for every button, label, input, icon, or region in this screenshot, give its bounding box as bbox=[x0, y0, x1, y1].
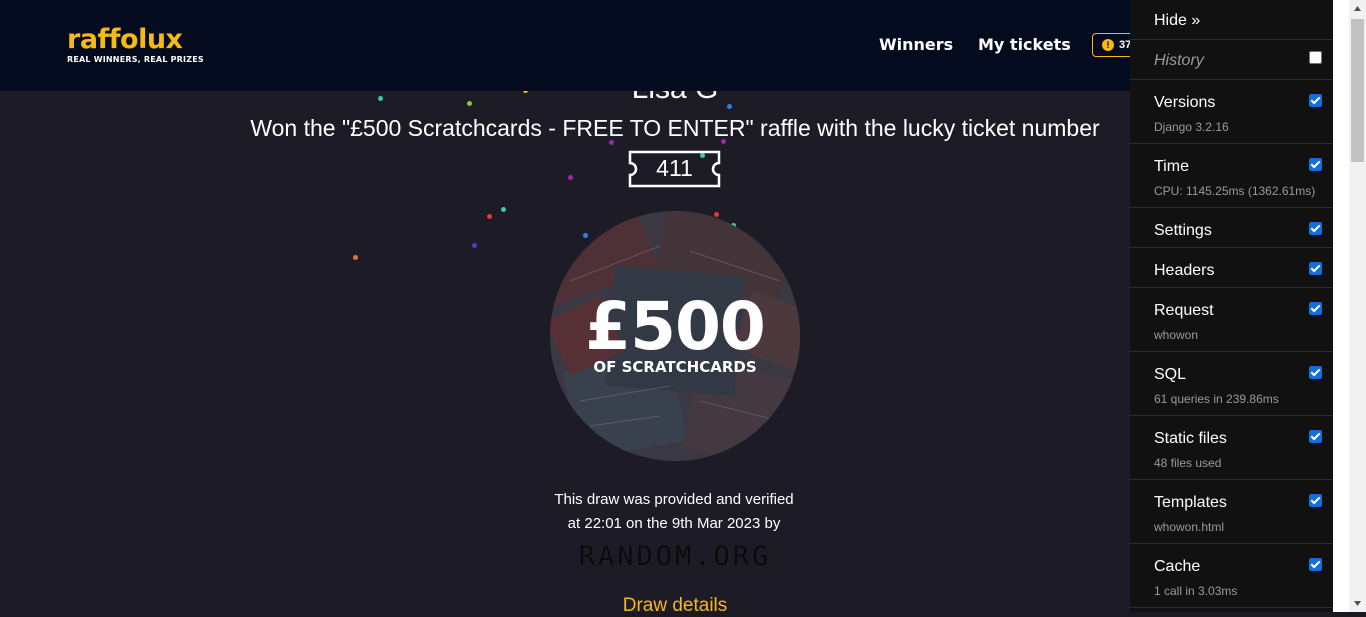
debug-panel-title: History bbox=[1154, 52, 1204, 69]
debug-panel-title: Request bbox=[1154, 302, 1214, 319]
nav-winners[interactable]: Winners bbox=[879, 35, 953, 54]
verification-text: This draw was provided and verified at 2… bbox=[520, 488, 828, 536]
panel-toggle-checkbox[interactable] bbox=[1309, 430, 1322, 443]
debug-panel-title: Headers bbox=[1154, 262, 1215, 279]
debug-toolbar-hide[interactable]: Hide » bbox=[1130, 0, 1333, 40]
debug-panel-sql[interactable]: SQL 61 queries in 239.86ms bbox=[1130, 352, 1333, 416]
prize-amount: £500 bbox=[585, 288, 766, 365]
random-org-logo[interactable]: RANDOM.ORG bbox=[560, 541, 790, 572]
nav-my-tickets[interactable]: My tickets bbox=[978, 35, 1071, 54]
coin-icon: ! bbox=[1102, 39, 1114, 51]
logo-tagline: REAL WINNERS, REAL PRIZES bbox=[67, 55, 204, 64]
panel-toggle-checkbox[interactable] bbox=[1309, 366, 1322, 379]
debug-panel-subtitle: CPU: 1145.25ms (1362.61ms) bbox=[1154, 184, 1316, 198]
verification-line-1: This draw was provided and verified bbox=[554, 491, 794, 508]
debug-panel-subtitle: 1 call in 3.03ms bbox=[1154, 584, 1238, 598]
panel-toggle-checkbox[interactable] bbox=[1309, 222, 1322, 235]
scroll-down-icon[interactable] bbox=[1349, 595, 1366, 612]
panel-toggle-checkbox[interactable] bbox=[1309, 158, 1322, 171]
logo-wordmark: raffolux bbox=[67, 24, 183, 55]
debug-panel-title: Static files bbox=[1154, 430, 1227, 447]
debug-panel-headers[interactable]: Headers bbox=[1130, 248, 1333, 288]
debug-panel-title: SQL bbox=[1154, 366, 1187, 383]
debug-panel-cache[interactable]: Cache 1 call in 3.03ms bbox=[1130, 544, 1333, 608]
panel-toggle-checkbox[interactable] bbox=[1309, 262, 1322, 275]
debug-panel-settings[interactable]: Settings bbox=[1130, 208, 1333, 248]
debug-panel-subtitle: whowon.html bbox=[1154, 520, 1225, 534]
panel-toggle-checkbox[interactable] bbox=[1309, 302, 1322, 315]
debug-panel-subtitle: Django 3.2.16 bbox=[1154, 120, 1229, 134]
panel-toggle-checkbox[interactable] bbox=[1309, 558, 1322, 571]
prize-subtitle: OF SCRATCHCARDS bbox=[593, 358, 757, 376]
verification-line-2: at 22:01 on the 9th Mar 2023 by bbox=[567, 515, 781, 532]
debug-panel-title: Versions bbox=[1154, 94, 1216, 111]
debug-panel-list: Versions Django 3.2.16 Time CPU: 1145.25ms … bbox=[1130, 80, 1333, 608]
debug-panel-title: Time bbox=[1154, 158, 1189, 175]
scroll-thumb[interactable] bbox=[1351, 19, 1364, 162]
history-checkbox[interactable] bbox=[1309, 51, 1322, 64]
debug-toolbar: Hide » History Versions Django 3.2.16 Time… bbox=[1130, 0, 1333, 612]
debug-panel-title: Settings bbox=[1154, 222, 1212, 239]
ticket-number: 411 bbox=[656, 155, 693, 181]
debug-panel-versions[interactable]: Versions Django 3.2.16 bbox=[1130, 80, 1333, 144]
debug-panel-title: Templates bbox=[1154, 494, 1227, 511]
debug-panel-title: Cache bbox=[1154, 558, 1201, 575]
debug-panel-time[interactable]: Time CPU: 1145.25ms (1362.61ms) bbox=[1130, 144, 1333, 208]
panel-toggle-checkbox[interactable] bbox=[1309, 494, 1322, 507]
site-logo[interactable]: raffolux REAL WINNERS, REAL PRIZES bbox=[67, 26, 204, 64]
debug-panel-history[interactable]: History bbox=[1130, 40, 1333, 80]
debug-panel-static-files[interactable]: Static files 48 files used bbox=[1130, 416, 1333, 480]
scroll-gutter bbox=[1333, 0, 1349, 612]
page-scrollbar[interactable] bbox=[1349, 0, 1366, 612]
debug-panel-subtitle: 48 files used bbox=[1154, 456, 1222, 470]
debug-panel-request[interactable]: Request whowon bbox=[1130, 288, 1333, 352]
hide-toolbar-link[interactable]: Hide » bbox=[1154, 12, 1200, 30]
debug-panel-subtitle: 61 queries in 239.86ms bbox=[1154, 392, 1279, 406]
draw-details-link[interactable]: Draw details bbox=[560, 595, 790, 617]
panel-toggle-checkbox[interactable] bbox=[1309, 94, 1322, 107]
scroll-up-icon[interactable] bbox=[1349, 0, 1366, 17]
won-text: Won the "£500 Scratchcards - FREE TO ENT… bbox=[250, 115, 1100, 141]
debug-panel-templates[interactable]: Templates whowon.html bbox=[1130, 480, 1333, 544]
debug-panel-subtitle: whowon bbox=[1154, 328, 1199, 342]
